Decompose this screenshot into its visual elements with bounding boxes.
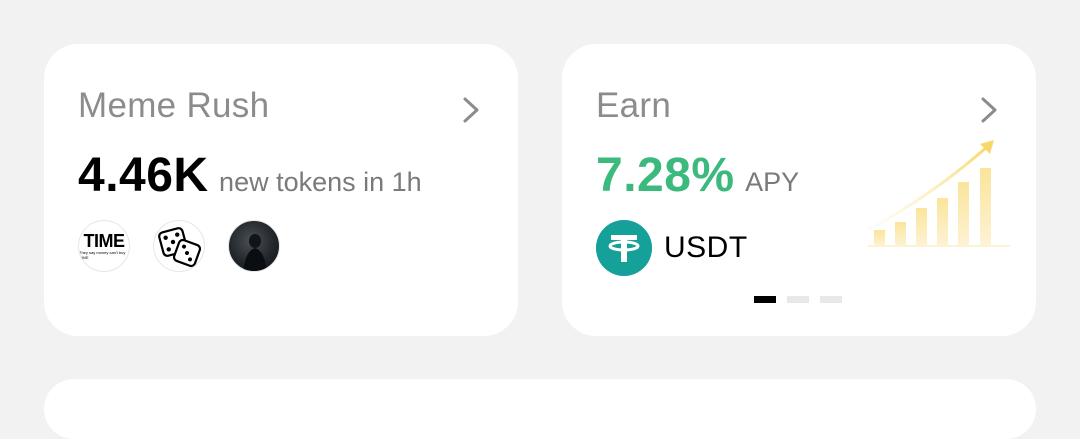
time-avatar-caption: They say money can't buy TIME	[79, 249, 126, 260]
growth-chart-icon	[867, 140, 1010, 247]
new-token-caption: new tokens in 1h	[219, 167, 422, 197]
apy-value: 7.28%	[596, 149, 735, 202]
pager-dot-1[interactable]	[754, 296, 776, 303]
earn-token[interactable]: USDT	[596, 220, 748, 276]
chevron-right-icon[interactable]	[460, 96, 482, 124]
carousel-pager[interactable]	[754, 296, 842, 303]
dice-token-avatar[interactable]	[153, 220, 205, 272]
meme-rush-card[interactable]: Meme Rush 4.46K new tokens in 1h TIME Th…	[44, 44, 518, 336]
meme-rush-stat: 4.46K new tokens in 1h	[78, 148, 422, 203]
earn-card[interactable]: Earn 7.28% APY USDT	[562, 44, 1036, 336]
pager-dot-2[interactable]	[787, 296, 809, 303]
chevron-right-icon[interactable]	[978, 96, 1000, 124]
dice-icon	[158, 227, 202, 268]
figure-icon	[243, 234, 267, 271]
new-token-count: 4.46K	[78, 149, 209, 202]
apy-label: APY	[745, 167, 800, 197]
earn-title: Earn	[596, 86, 672, 125]
time-token-avatar[interactable]: TIME They say money can't buy TIME	[78, 220, 130, 272]
pager-dot-3[interactable]	[820, 296, 842, 303]
earn-apy-row: 7.28% APY	[596, 148, 799, 203]
meme-rush-title: Meme Rush	[78, 86, 270, 125]
next-card	[44, 379, 1036, 439]
time-avatar-title: TIME	[83, 230, 126, 251]
dark-token-avatar[interactable]	[228, 220, 280, 272]
token-avatars: TIME They say money can't buy TIME	[78, 220, 280, 272]
usdt-icon	[596, 220, 652, 276]
token-label: USDT	[664, 231, 748, 264]
